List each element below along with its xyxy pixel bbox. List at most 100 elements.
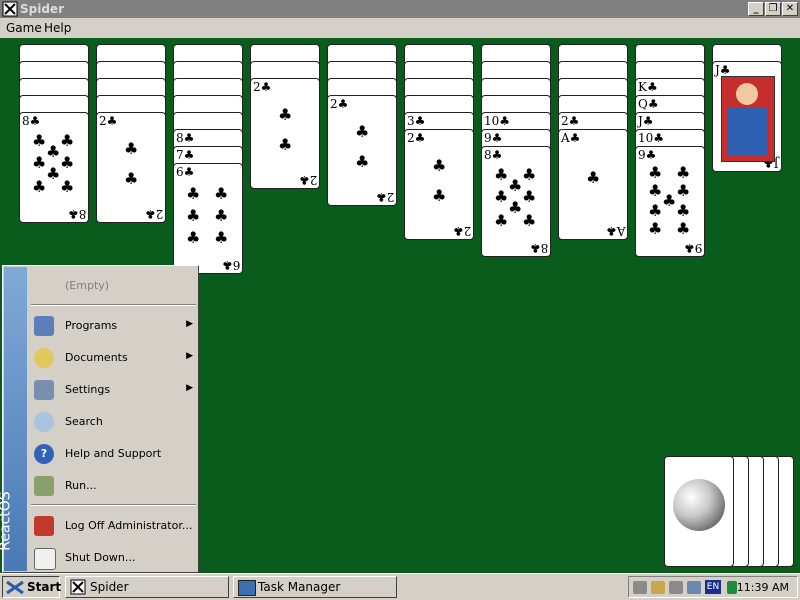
card-rank: 2♣: [407, 131, 426, 145]
menu-item-documents[interactable]: Documents ▶: [31, 344, 197, 372]
club-pip-icon: ♣: [355, 152, 370, 171]
menu-item-run[interactable]: Run...: [31, 472, 197, 500]
club-pip-icon: ♣: [186, 228, 201, 247]
menu-item-label: Documents: [65, 351, 128, 364]
menu-item-shutdown[interactable]: Shut Down...: [31, 544, 197, 572]
start-logo-icon: [6, 580, 24, 595]
club-pip-icon: ♣: [278, 105, 293, 124]
club-pip-icon: ♣: [648, 219, 663, 238]
task-label: Task Manager: [258, 580, 341, 594]
brand-label: ReactOS: [0, 491, 14, 551]
menu-separator: [31, 504, 196, 506]
card-rank: 2♣: [99, 114, 118, 128]
start-button[interactable]: Start: [2, 576, 61, 598]
card-2-clubs[interactable]: 2♣ 2♣ ♣ ♣: [250, 78, 320, 189]
court-card-art: [721, 76, 775, 162]
card-rank-inverted: 2♣: [375, 190, 394, 204]
task-task-manager[interactable]: Task Manager: [233, 576, 397, 598]
club-pip-icon: ♣: [662, 191, 677, 210]
club-pip-icon: ♣: [355, 122, 370, 141]
card-rank: K♣: [638, 80, 658, 94]
card-rank: 10♣: [638, 131, 665, 145]
start-menu-banner: ReactOS: [0, 267, 27, 571]
club-pip-icon: ♣: [676, 219, 691, 238]
menu-item-programs[interactable]: Programs ▶: [31, 312, 197, 340]
card-rank-inverted: 2♣: [452, 224, 471, 238]
club-pip-icon: ♣: [46, 142, 61, 161]
task-spider[interactable]: Spider: [65, 576, 229, 598]
menu-item-label: Settings: [65, 383, 111, 396]
programs-icon: [34, 316, 54, 336]
card-a-clubs[interactable]: A♣ A♣ ♣: [558, 129, 628, 240]
close-button[interactable]: ✕: [782, 2, 798, 16]
menu-item-label: Programs: [65, 319, 118, 332]
card-9-clubs[interactable]: 9♣ 9♣ ♣ ♣ ♣ ♣ ♣ ♣ ♣ ♣ ♣: [635, 146, 705, 257]
card-rank-inverted: 6♣: [221, 258, 240, 272]
volume-icon[interactable]: [633, 581, 647, 594]
club-pip-icon: ♣: [432, 186, 447, 205]
cpu-meter-icon[interactable]: [727, 581, 737, 594]
club-pip-icon: ♣: [494, 211, 509, 230]
submenu-arrow-icon: ▶: [186, 383, 193, 393]
clock[interactable]: 11:39 AM: [737, 581, 789, 594]
club-pip-icon: ♣: [186, 184, 201, 203]
empty-label: (Empty): [65, 279, 110, 292]
card-2-clubs[interactable]: 2♣ 2♣ ♣ ♣: [327, 95, 397, 206]
card-6-clubs[interactable]: 6♣ 6♣ ♣ ♣ ♣ ♣ ♣ ♣: [173, 163, 243, 274]
club-pip-icon: ♣: [586, 168, 601, 187]
menu-item-help[interactable]: ? Help and Support: [31, 440, 197, 468]
card-rank-inverted: 2♣: [298, 173, 317, 187]
club-pip-icon: ♣: [494, 165, 509, 184]
card-rank: 2♣: [330, 97, 349, 111]
club-pip-icon: ♣: [124, 169, 139, 188]
language-indicator[interactable]: EN: [705, 580, 721, 594]
menu-item-settings[interactable]: Settings ▶: [31, 376, 197, 404]
card-8-clubs[interactable]: 8♣ 8♣ ♣ ♣ ♣ ♣ ♣ ♣ ♣ ♣: [19, 112, 89, 223]
card-rank: 9♣: [638, 148, 657, 162]
card-rank-inverted: A♣: [605, 224, 625, 238]
user-icon[interactable]: [669, 581, 683, 594]
card-rank-inverted: 2♣: [144, 207, 163, 221]
safely-remove-icon[interactable]: [651, 581, 665, 594]
menu-item-label: Log Off Administrator...: [65, 519, 193, 532]
club-pip-icon: ♣: [60, 153, 75, 172]
club-pip-icon: ♣: [214, 184, 229, 203]
card-2-clubs[interactable]: 2♣ 2♣ ♣ ♣: [96, 112, 166, 223]
club-pip-icon: ♣: [648, 181, 663, 200]
card-j-clubs[interactable]: J♣ J♣: [712, 61, 782, 172]
menu-separator: [31, 304, 196, 306]
title-bar[interactable]: Spider _ ❐ ✕: [0, 0, 800, 18]
club-pip-icon: ♣: [494, 187, 509, 206]
minimize-button[interactable]: _: [748, 2, 764, 16]
menu-item-label: Help and Support: [65, 447, 162, 460]
logoff-icon: [34, 516, 54, 536]
menu-item-logoff[interactable]: Log Off Administrator...: [31, 512, 197, 540]
window-title: Spider: [20, 2, 64, 16]
club-pip-icon: ♣: [32, 177, 47, 196]
card-8-clubs[interactable]: 8♣ 8♣ ♣ ♣ ♣ ♣ ♣ ♣ ♣ ♣: [481, 146, 551, 257]
card-rank: Q♣: [638, 97, 659, 111]
club-pip-icon: ♣: [60, 177, 75, 196]
network-icon[interactable]: [687, 581, 701, 594]
card-rank: 7♣: [176, 148, 195, 162]
card-rank: A♣: [561, 131, 581, 145]
run-icon: [34, 476, 54, 496]
menu-game[interactable]: Game: [6, 21, 42, 35]
menu-item-search[interactable]: Search: [31, 408, 197, 436]
documents-icon: [34, 348, 54, 368]
club-pip-icon: ♣: [214, 206, 229, 225]
settings-icon: [34, 380, 54, 400]
card-rank: J♣: [715, 63, 731, 77]
club-pip-icon: ♣: [522, 165, 537, 184]
menu-help[interactable]: Help: [44, 21, 71, 35]
club-pip-icon: ♣: [676, 201, 691, 220]
restore-button[interactable]: ❐: [765, 2, 781, 16]
menu-item-label: Search: [65, 415, 103, 428]
stock-pile[interactable]: [664, 456, 734, 567]
system-tray: EN 11:39 AM: [628, 576, 798, 598]
spider-app-icon: [2, 1, 18, 17]
card-rank: 8♣: [484, 148, 503, 162]
task-label: Spider: [90, 580, 129, 594]
card-2-clubs[interactable]: 2♣ 2♣ ♣ ♣: [404, 129, 474, 240]
club-pip-icon: ♣: [508, 176, 523, 195]
